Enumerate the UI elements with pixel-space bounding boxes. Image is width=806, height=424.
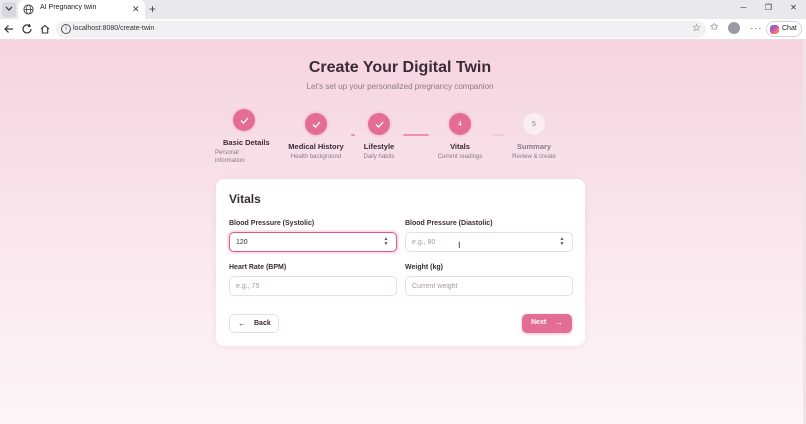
step-circle: 4 — [449, 113, 471, 135]
weight-input[interactable] — [412, 281, 552, 292]
weight-label: Weight (kg) — [405, 264, 443, 271]
close-window-icon[interactable]: ✕ — [789, 3, 798, 13]
systolic-field[interactable]: ▲▼ — [229, 232, 397, 252]
browser-tab[interactable]: AI Pregnancy twin ✕ — [18, 0, 145, 19]
check-icon — [312, 121, 320, 128]
spinner-icon[interactable]: ▲ ▼ — [559, 237, 565, 248]
card-title: Vitals — [229, 192, 261, 206]
home-icon[interactable] — [39, 23, 51, 35]
favorites-icon[interactable]: ✩ — [710, 22, 718, 34]
step-label: Lifestyle — [363, 142, 395, 151]
systolic-input[interactable] — [236, 237, 376, 248]
step-connector — [403, 134, 429, 136]
restore-icon[interactable]: ❐ — [764, 3, 773, 13]
step-connector — [351, 134, 355, 136]
step-basic-details: Basic Details Personal information — [213, 109, 275, 165]
step-sub: Review & create — [512, 154, 556, 160]
step-circle — [233, 109, 255, 131]
chevron-down-icon — [5, 6, 13, 11]
browser-tab-bar: AI Pregnancy twin ✕ + ─ ❐ ✕ — [0, 0, 806, 19]
step-circle — [368, 113, 390, 135]
avatar[interactable] — [728, 22, 741, 34]
browser-toolbar: i localhost:8080/create-twin ☆ ✩ ··· Cha… — [0, 19, 806, 40]
diastolic-label: Blood Pressure (Diastolic) — [405, 220, 493, 227]
page-subtitle: Let's set up your personalized pregnancy… — [306, 82, 494, 91]
back-button[interactable]: ← Back — [229, 314, 279, 333]
check-icon — [375, 121, 383, 128]
check-icon — [240, 117, 248, 124]
step-label: Vitals — [450, 142, 470, 151]
url-text[interactable]: localhost:8080/create-twin — [73, 25, 154, 32]
heart-rate-label: Heart Rate (BPM) — [229, 264, 287, 271]
arrow-right-icon: → — [555, 318, 563, 327]
info-icon[interactable]: i — [61, 24, 71, 34]
step-lifestyle: Lifestyle Daily habits — [357, 113, 401, 161]
step-summary: 5 Summary Review & create — [506, 113, 562, 161]
weight-field[interactable] — [405, 276, 573, 296]
step-label: Summary — [516, 142, 552, 151]
step-medical-history: Medical History Health background — [286, 113, 346, 161]
arrow-left-icon[interactable] — [3, 23, 15, 35]
reload-icon[interactable] — [21, 23, 33, 35]
copilot-icon — [770, 25, 779, 34]
page-viewport: Create Your Digital Twin Let's set up yo… — [0, 40, 806, 424]
window-controls: ─ ❐ ✕ — [739, 3, 798, 13]
step-label: Basic Details — [223, 138, 270, 147]
globe-icon — [23, 4, 34, 15]
text-cursor-icon: I — [458, 240, 461, 250]
vitals-form-card: Vitals Blood Pressure (Systolic) ▲▼ Bloo… — [216, 179, 585, 346]
new-tab-button[interactable]: + — [149, 2, 156, 16]
heart-rate-input[interactable] — [236, 281, 376, 292]
step-circle: 5 — [523, 113, 545, 135]
next-button[interactable]: Next → — [522, 314, 572, 333]
diastolic-field[interactable]: ▲▼ — [405, 232, 573, 252]
minimize-icon[interactable]: ─ — [739, 3, 748, 13]
copilot-chat-button[interactable]: Chat — [766, 21, 802, 37]
step-label: Medical History — [288, 142, 344, 151]
toolbar-icons: ✩ ··· — [710, 22, 762, 34]
more-icon[interactable]: ··· — [750, 22, 762, 34]
address-bar[interactable]: i localhost:8080/create-twin ☆ — [56, 21, 706, 38]
arrow-left-icon: ← — [238, 319, 246, 328]
tab-actions-button[interactable] — [2, 2, 16, 17]
step-sub: Daily habits — [363, 154, 395, 160]
step-sub: Health background — [290, 154, 342, 160]
page-title: Create Your Digital Twin — [308, 59, 492, 76]
step-vitals: 4 Vitals Current readings — [432, 113, 488, 161]
step-circle — [305, 113, 327, 135]
spinner-icon[interactable]: ▲ ▼ — [383, 237, 389, 248]
back-label: Back — [254, 320, 271, 327]
diastolic-input[interactable] — [412, 237, 552, 248]
star-icon[interactable]: ☆ — [692, 23, 701, 35]
close-tab-icon[interactable]: ✕ — [132, 3, 140, 15]
next-label: Next — [531, 319, 547, 326]
step-sub: Current readings — [437, 154, 483, 160]
heart-rate-field[interactable] — [229, 276, 397, 296]
step-sub: Personal information — [215, 150, 245, 164]
step-connector — [492, 134, 504, 136]
chat-label: Chat — [782, 25, 797, 32]
systolic-label: Blood Pressure (Systolic) — [229, 220, 315, 227]
tab-title: AI Pregnancy twin — [40, 4, 97, 11]
